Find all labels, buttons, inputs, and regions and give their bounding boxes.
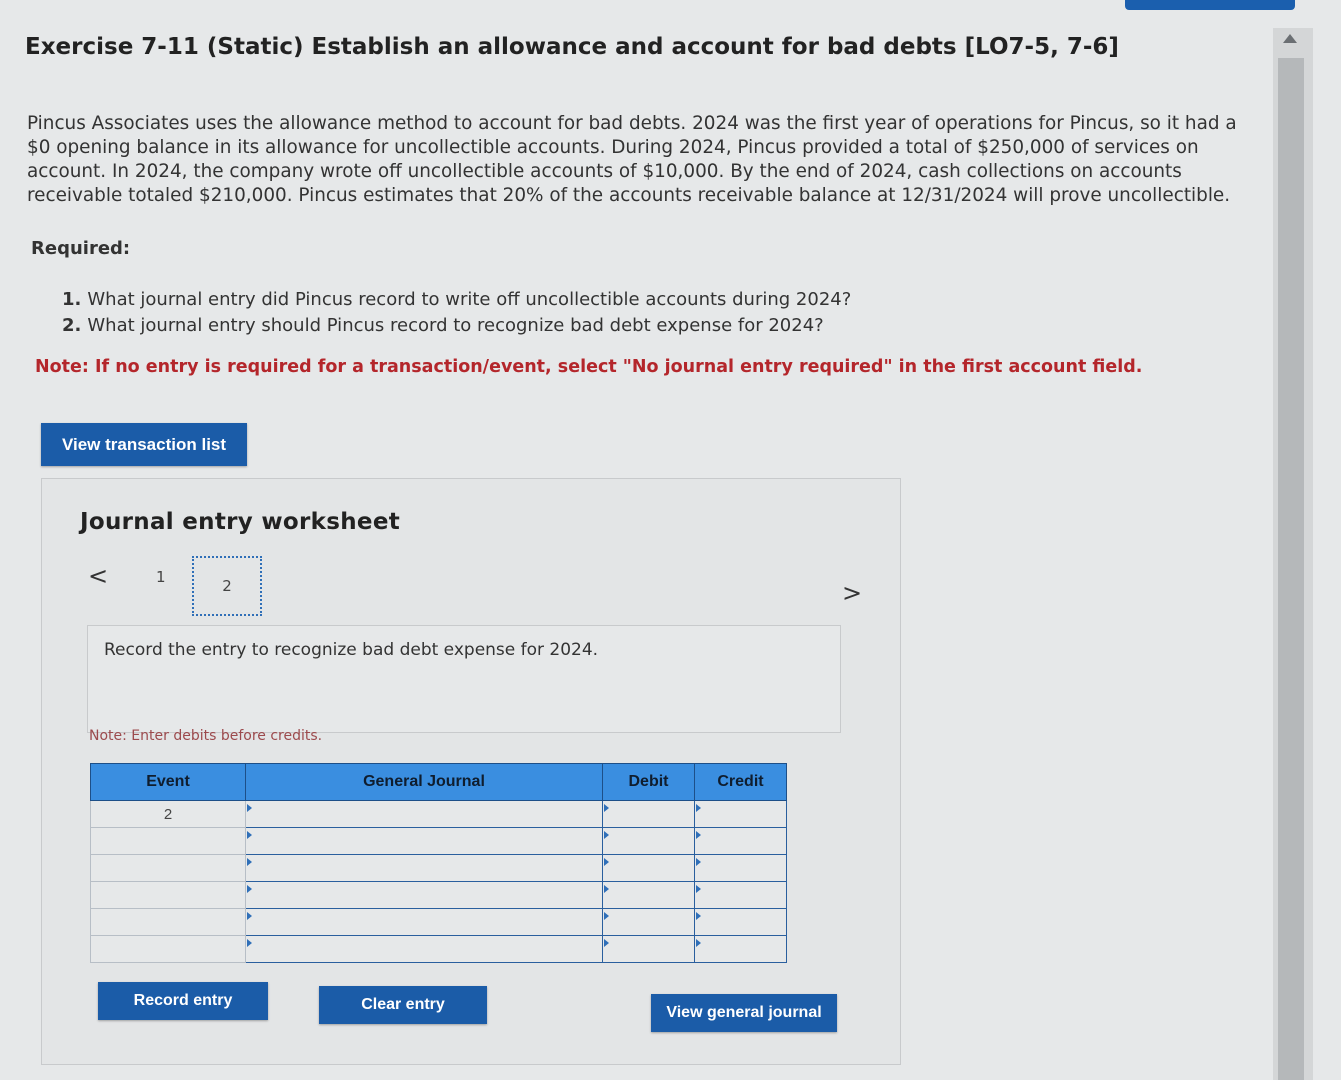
view-general-journal-button[interactable]: View general journal <box>651 994 837 1032</box>
account-select[interactable] <box>245 881 603 909</box>
next-page-chevron-icon[interactable]: > <box>842 579 862 607</box>
account-select[interactable] <box>245 800 603 828</box>
table-header-row: Event General Journal Debit Credit <box>90 763 787 801</box>
table-row: 2 <box>90 800 787 828</box>
debit-column-header: Debit <box>602 763 695 801</box>
event-cell <box>90 908 246 936</box>
debit-input[interactable] <box>602 800 695 828</box>
table-row <box>90 854 787 882</box>
table-row <box>90 881 787 909</box>
page-title: Exercise 7-11 (Static) Establish an allo… <box>25 34 1119 60</box>
vertical-scrollbar[interactable] <box>1273 28 1313 1080</box>
table-row <box>90 908 787 936</box>
account-select[interactable] <box>245 827 603 855</box>
question-number: 1. <box>62 289 82 310</box>
credit-input[interactable] <box>694 854 787 882</box>
credit-input[interactable] <box>694 908 787 936</box>
worksheet-title: Journal entry worksheet <box>80 509 401 535</box>
clear-entry-button[interactable]: Clear entry <box>319 986 487 1024</box>
question-text: What journal entry did Pincus record to … <box>87 289 852 310</box>
required-label: Required: <box>31 238 131 259</box>
debit-input[interactable] <box>602 908 695 936</box>
debit-input[interactable] <box>602 827 695 855</box>
top-blue-strip <box>1125 0 1295 10</box>
worksheet-page-1-tab[interactable]: 1 <box>156 568 166 586</box>
debit-input[interactable] <box>602 935 695 963</box>
event-cell <box>90 935 246 963</box>
debit-input[interactable] <box>602 854 695 882</box>
account-select[interactable] <box>245 908 603 936</box>
event-cell <box>90 881 246 909</box>
table-row <box>90 827 787 855</box>
scroll-up-arrow-icon[interactable] <box>1283 34 1297 43</box>
record-entry-button[interactable]: Record entry <box>98 982 268 1020</box>
problem-intro: Pincus Associates uses the allowance met… <box>27 113 1237 206</box>
event-column-header: Event <box>90 763 246 801</box>
credit-input[interactable] <box>694 881 787 909</box>
account-select[interactable] <box>245 854 603 882</box>
question-list: 1. What journal entry did Pincus record t… <box>62 287 851 339</box>
table-row <box>90 935 787 963</box>
journal-entry-worksheet-panel: Journal entry worksheet < 1 2 > Record t… <box>41 478 901 1065</box>
event-cell: 2 <box>90 800 246 828</box>
instruction-text: Record the entry to recognize bad debt e… <box>104 640 599 660</box>
view-transaction-list-button[interactable]: View transaction list <box>41 423 247 466</box>
instruction-box: Record the entry to recognize bad debt e… <box>87 625 841 733</box>
no-entry-note: Note: If no entry is required for a tran… <box>35 357 1143 377</box>
debits-before-credits-note: Note: Enter debits before credits. <box>89 728 323 744</box>
general-journal-column-header: General Journal <box>245 763 603 801</box>
credit-input[interactable] <box>694 800 787 828</box>
event-cell <box>90 854 246 882</box>
account-select[interactable] <box>245 935 603 963</box>
scrollbar-thumb[interactable] <box>1278 58 1304 1080</box>
credit-column-header: Credit <box>694 763 787 801</box>
question-number: 2. <box>62 315 82 336</box>
prev-page-chevron-icon[interactable]: < <box>88 562 108 590</box>
debit-input[interactable] <box>602 881 695 909</box>
worksheet-page-2-tab[interactable]: 2 <box>192 556 262 616</box>
question-item: 1. What journal entry did Pincus record t… <box>62 287 851 313</box>
journal-entry-table: Event General Journal Debit Credit 2 <box>90 763 787 963</box>
credit-input[interactable] <box>694 935 787 963</box>
credit-input[interactable] <box>694 827 787 855</box>
question-text: What journal entry should Pincus record … <box>87 315 824 336</box>
question-item: 2. What journal entry should Pincus recor… <box>62 313 851 339</box>
event-cell <box>90 827 246 855</box>
page-number: 2 <box>222 577 232 595</box>
